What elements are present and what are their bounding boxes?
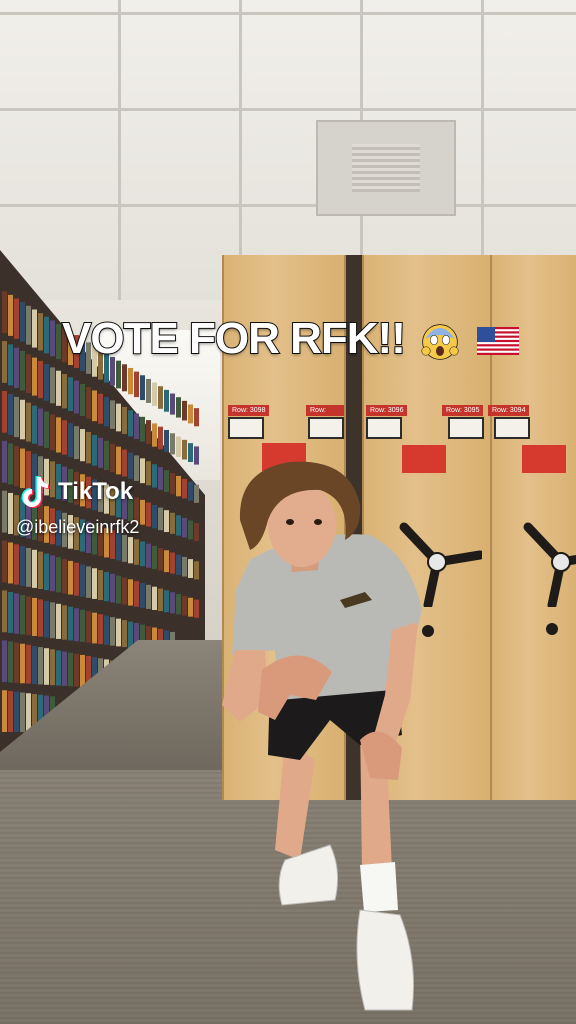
video-caption: VOTE FOR RFK!!	[61, 313, 520, 364]
dancing-person	[222, 461, 422, 1011]
screaming-face-icon	[421, 324, 459, 361]
tiktok-brand-text: TikTok	[58, 478, 134, 505]
video-frame[interactable]: Row: 3098 Row: 3097 Row: 3096 Row: 3095 …	[0, 0, 576, 1024]
tiktok-logo-icon	[21, 476, 50, 508]
tiktok-watermark: TikTok	[20, 474, 133, 510]
creator-username: @ibelieveinrfk2	[16, 517, 140, 537]
caption-text: VOTE FOR RFK!!	[61, 313, 407, 364]
us-flag-icon	[477, 327, 520, 356]
